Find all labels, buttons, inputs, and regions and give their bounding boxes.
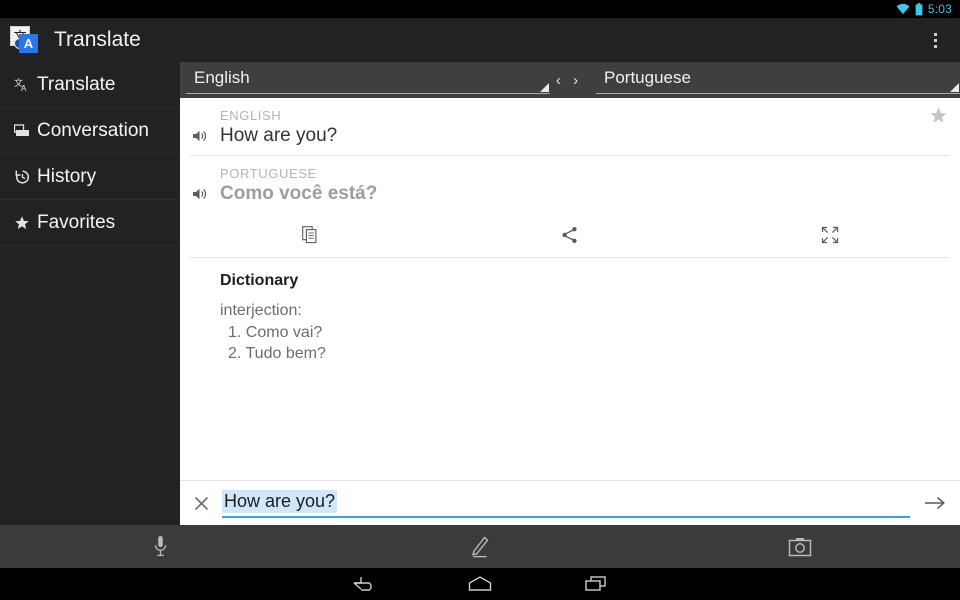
- overflow-dot: [933, 38, 937, 42]
- speaker-icon[interactable]: [180, 183, 220, 201]
- nav-home-button[interactable]: [452, 568, 508, 600]
- fullscreen-button[interactable]: [700, 226, 960, 244]
- sidebar-empty-area: [0, 246, 180, 525]
- sidebar-item-label: Translate: [37, 73, 116, 95]
- status-bar: 5:03: [0, 0, 960, 18]
- language-bar: English ‹ › Portuguese: [180, 62, 960, 98]
- nav-recents-button[interactable]: [568, 568, 624, 600]
- speaker-icon[interactable]: [180, 125, 220, 143]
- sidebar-item-label: History: [37, 165, 97, 187]
- source-language-selector[interactable]: English: [186, 66, 550, 94]
- close-icon: [194, 496, 208, 510]
- camera-input-button[interactable]: [640, 537, 960, 557]
- translation-actions: [180, 213, 960, 257]
- input-row: How are you?: [180, 480, 960, 525]
- sidebar-item-history[interactable]: History: [0, 154, 180, 200]
- input-method-toolbar: [0, 525, 960, 568]
- submit-translate-button[interactable]: [910, 495, 960, 511]
- swap-languages-icon[interactable]: ‹ ›: [552, 72, 586, 89]
- pencil-icon: [472, 535, 489, 557]
- dictionary-part-of-speech: interjection:: [220, 302, 302, 319]
- dictionary-entry: 1. Como vai?: [228, 323, 323, 341]
- target-text: Como você está?: [220, 183, 378, 204]
- translate-input[interactable]: How are you?: [222, 488, 910, 518]
- star-icon: [10, 215, 34, 231]
- input-value: How are you?: [222, 490, 338, 513]
- copy-icon: [302, 226, 317, 244]
- sidebar-item-label: Favorites: [37, 211, 116, 233]
- arrow-right-icon: [925, 496, 945, 510]
- translate-icon: 文 A: [10, 77, 34, 92]
- back-arrow-icon: [353, 577, 372, 591]
- sidebar-item-translate[interactable]: 文 A Translate: [0, 62, 180, 108]
- camera-icon: [788, 537, 812, 556]
- source-text: How are you?: [220, 125, 338, 146]
- action-bar: 文 A Translate: [0, 18, 960, 62]
- overflow-dot: [933, 44, 937, 48]
- svg-text:A: A: [21, 84, 27, 92]
- microphone-icon: [154, 535, 166, 556]
- nav-back-button[interactable]: [336, 568, 392, 600]
- overflow-dot: [933, 32, 937, 36]
- dictionary-entry: 2. Tudo bem?: [228, 345, 326, 363]
- source-text-block: ENGLISH How are you?: [180, 98, 960, 155]
- handwriting-input-button[interactable]: [320, 535, 640, 558]
- source-language-label: English: [194, 68, 250, 87]
- target-language-label: Portuguese: [604, 68, 691, 87]
- voice-input-button[interactable]: [0, 535, 320, 559]
- fullscreen-icon: [821, 226, 839, 244]
- android-nav-bar: [0, 568, 960, 600]
- dictionary-title: Dictionary: [220, 272, 299, 289]
- sidebar-item-favorites[interactable]: Favorites: [0, 200, 180, 246]
- home-icon: [468, 576, 492, 591]
- copy-button[interactable]: [180, 226, 440, 244]
- battery-icon: [915, 2, 923, 16]
- dictionary-section: Dictionary interjection: 1. Como vai? 2.…: [180, 258, 960, 365]
- page-title: Translate: [54, 28, 141, 51]
- clear-input-button[interactable]: [180, 496, 222, 511]
- target-language-selector[interactable]: Portuguese: [596, 66, 960, 94]
- sidebar: 文 A Translate Conversation History Favor…: [0, 62, 180, 525]
- sidebar-item-label: Conversation: [37, 119, 149, 141]
- target-lang-caption: PORTUGUESE: [220, 166, 317, 181]
- history-icon: [10, 169, 34, 185]
- wifi-icon: [896, 3, 910, 15]
- recents-icon: [585, 576, 606, 591]
- status-clock: 5:03: [927, 2, 952, 16]
- device-screen: 5:03 文 A Translate 文 A Translate: [0, 0, 960, 600]
- source-lang-caption: ENGLISH: [220, 108, 282, 123]
- app-icon-target-glyph: A: [19, 34, 38, 53]
- share-button[interactable]: [440, 226, 700, 244]
- sidebar-item-conversation[interactable]: Conversation: [0, 108, 180, 154]
- spinner-triangle-icon: [950, 83, 959, 92]
- translate-app-icon: 文 A: [8, 26, 38, 54]
- conversation-icon: [10, 123, 34, 138]
- share-icon: [562, 227, 577, 243]
- spinner-triangle-icon: [540, 83, 549, 92]
- translation-card: ENGLISH How are you? PORTUGUESE Como voc…: [180, 98, 960, 480]
- target-text-block: PORTUGUESE Como você está?: [180, 156, 960, 213]
- overflow-menu-icon[interactable]: [920, 18, 950, 62]
